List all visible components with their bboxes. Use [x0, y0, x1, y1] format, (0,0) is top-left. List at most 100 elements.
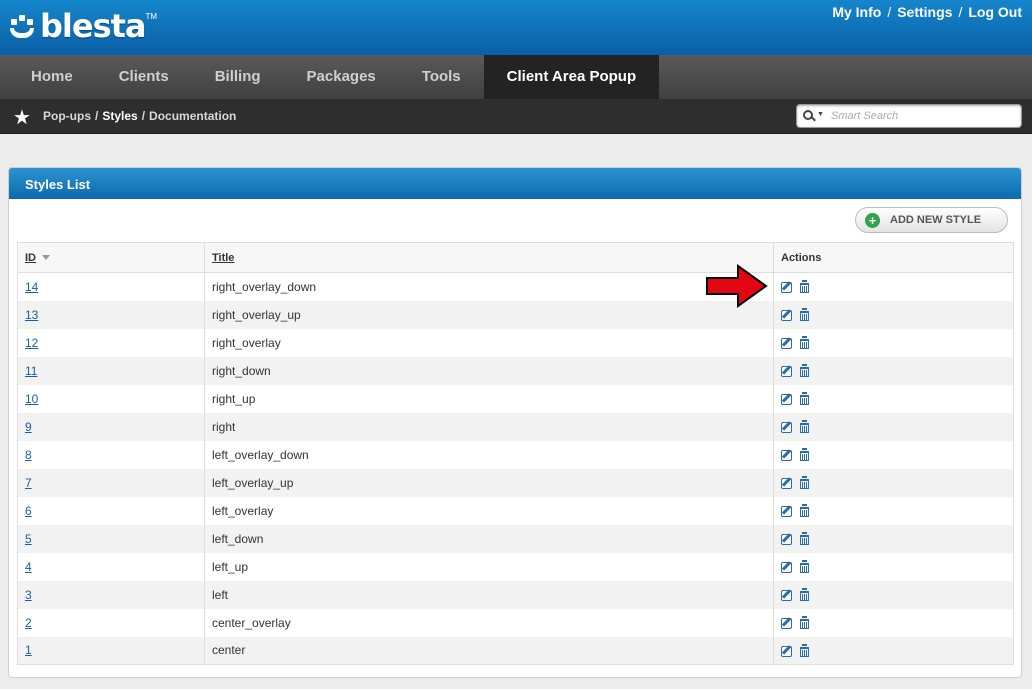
cell-id: 10 — [17, 384, 205, 413]
style-id-link[interactable]: 7 — [25, 476, 32, 490]
nav-billing[interactable]: Billing — [192, 55, 284, 99]
column-header-title[interactable]: Title — [204, 242, 774, 273]
edit-icon[interactable] — [781, 477, 792, 489]
cell-id: 8 — [17, 440, 205, 469]
edit-icon[interactable] — [781, 645, 792, 657]
edit-icon[interactable] — [781, 449, 792, 461]
column-header-id[interactable]: ID — [17, 242, 205, 273]
style-id-link[interactable]: 8 — [25, 448, 32, 462]
style-id-link[interactable]: 3 — [25, 588, 32, 602]
cell-title: left_overlay — [204, 496, 774, 525]
cell-id: 4 — [17, 552, 205, 581]
cell-actions — [773, 580, 1014, 609]
edit-icon[interactable] — [781, 337, 792, 349]
cell-id: 9 — [17, 412, 205, 441]
star-icon[interactable]: ★ — [13, 105, 31, 130]
trash-icon[interactable] — [800, 335, 809, 349]
table-row: 1 center — [17, 636, 1014, 665]
cell-title: left_overlay_down — [204, 440, 774, 469]
styles-list-panel: Styles List + ADD NEW STYLE ID Title Act… — [8, 167, 1022, 678]
table-row: 8 left_overlay_down — [17, 440, 1014, 469]
cell-id: 7 — [17, 468, 205, 497]
style-id-link[interactable]: 11 — [25, 364, 37, 378]
trash-icon[interactable] — [800, 643, 809, 657]
edit-icon[interactable] — [781, 421, 792, 433]
blesta-logo[interactable]: blesta TM — [8, 6, 157, 46]
trash-icon[interactable] — [800, 391, 809, 405]
my-info-link[interactable]: My Info — [832, 4, 881, 20]
cell-actions — [773, 608, 1014, 637]
style-id-link[interactable]: 13 — [25, 308, 38, 322]
table-row: 12 right_overlay — [17, 328, 1014, 357]
table-row: 2 center_overlay — [17, 608, 1014, 637]
trash-icon[interactable] — [800, 475, 809, 489]
cell-id: 2 — [17, 608, 205, 637]
style-id-link[interactable]: 6 — [25, 504, 32, 518]
trash-icon[interactable] — [800, 280, 809, 294]
cell-title: center_overlay — [204, 608, 774, 637]
trash-icon[interactable] — [800, 531, 809, 545]
search-input[interactable] — [831, 108, 1016, 124]
logo-trademark: TM — [145, 12, 158, 21]
cell-title: left_down — [204, 524, 774, 553]
settings-link[interactable]: Settings — [897, 4, 952, 20]
cell-id: 6 — [17, 496, 205, 525]
sort-id-link[interactable]: ID — [25, 252, 36, 264]
log-out-link[interactable]: Log Out — [968, 4, 1022, 20]
nav-home[interactable]: Home — [0, 55, 96, 99]
edit-icon[interactable] — [781, 589, 792, 601]
nav-clients[interactable]: Clients — [96, 55, 192, 99]
table-row: 6 left_overlay — [17, 496, 1014, 525]
plus-icon: + — [865, 212, 880, 228]
style-id-link[interactable]: 10 — [25, 392, 38, 406]
styles-table: ID Title Actions 14 right_overlay_down 13 r… — [17, 242, 1014, 665]
sort-title-link[interactable]: Title — [212, 252, 234, 264]
red-arrow-annotation — [706, 264, 768, 308]
style-id-link[interactable]: 9 — [25, 420, 32, 434]
cell-actions — [773, 384, 1014, 413]
search-icon[interactable] — [803, 109, 816, 123]
style-id-link[interactable]: 1 — [25, 643, 32, 657]
style-id-link[interactable]: 14 — [25, 280, 38, 294]
cell-title: right_down — [204, 356, 774, 385]
trash-icon[interactable] — [800, 503, 809, 517]
add-new-style-button[interactable]: + ADD NEW STYLE — [855, 207, 1008, 233]
edit-icon[interactable] — [781, 282, 792, 294]
edit-icon[interactable] — [781, 365, 792, 377]
cell-actions — [773, 412, 1014, 441]
nav-client-area-popup[interactable]: Client Area Popup — [483, 55, 660, 99]
chevron-down-icon[interactable]: ▼ — [817, 111, 824, 118]
breadcrumb: Pop-ups / Styles / Documentation — [43, 109, 237, 123]
style-id-link[interactable]: 5 — [25, 532, 32, 546]
nav-tools[interactable]: Tools — [399, 55, 484, 99]
cell-title: center — [204, 636, 774, 665]
breadcrumb-documentation[interactable]: Documentation — [149, 109, 236, 123]
cell-actions — [773, 552, 1014, 581]
trash-icon[interactable] — [800, 559, 809, 573]
edit-icon[interactable] — [781, 561, 792, 573]
cell-title: right_overlay_down — [204, 272, 774, 301]
cell-title: left_overlay_up — [204, 468, 774, 497]
style-id-link[interactable]: 12 — [25, 336, 38, 350]
edit-icon[interactable] — [781, 505, 792, 517]
edit-icon[interactable] — [781, 309, 792, 321]
nav-packages[interactable]: Packages — [284, 55, 399, 99]
cell-title: right_overlay — [204, 328, 774, 357]
trash-icon[interactable] — [800, 447, 809, 461]
edit-icon[interactable] — [781, 393, 792, 405]
trash-icon[interactable] — [800, 363, 809, 377]
edit-icon[interactable] — [781, 533, 792, 545]
smart-search[interactable]: ▼ — [796, 104, 1022, 128]
trash-icon[interactable] — [800, 307, 809, 321]
top-header: blesta TM My Info / Settings / Log Out — [0, 0, 1032, 55]
breadcrumb-styles[interactable]: Styles — [102, 109, 137, 123]
style-id-link[interactable]: 4 — [25, 560, 32, 574]
trash-icon[interactable] — [800, 419, 809, 433]
trash-icon[interactable] — [800, 615, 809, 629]
style-id-link[interactable]: 2 — [25, 616, 32, 630]
table-row: 9 right — [17, 412, 1014, 441]
breadcrumb-popups[interactable]: Pop-ups — [43, 109, 91, 123]
column-header-actions: Actions — [773, 242, 1014, 273]
edit-icon[interactable] — [781, 617, 792, 629]
trash-icon[interactable] — [800, 587, 809, 601]
